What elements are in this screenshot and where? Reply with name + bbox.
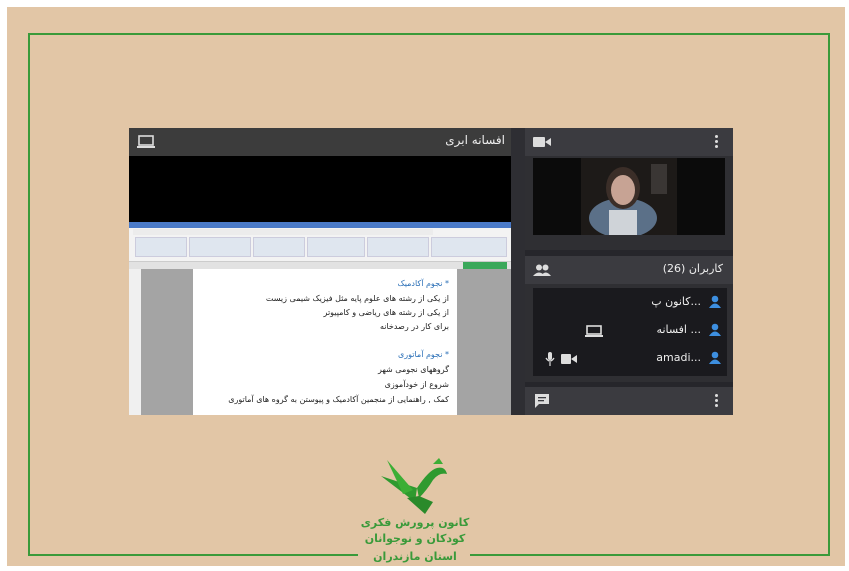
user-icon xyxy=(709,295,721,308)
doc-text-line: شروع از خودآموزی xyxy=(384,380,449,389)
chat-icon[interactable] xyxy=(535,394,549,408)
ribbon-group xyxy=(189,237,251,257)
presentation-header: افسانه ابری xyxy=(129,128,511,156)
webcam-video xyxy=(533,158,725,235)
app-ribbon xyxy=(129,228,511,262)
users-list: کانون پ... افسانه ... amadi... xyxy=(533,288,727,376)
user-name: amadi... xyxy=(656,351,701,364)
users-panel: کاربران (26) کانون پ... افسانه ... amadi… xyxy=(525,256,733,382)
frame-border xyxy=(828,33,830,555)
green-button xyxy=(463,262,507,269)
users-icon xyxy=(533,264,551,276)
webcam-panel xyxy=(525,128,733,250)
kebab-menu-icon[interactable] xyxy=(715,394,718,409)
doc-text-line: برای کار در رصدخانه xyxy=(379,322,449,331)
ribbon-tabs xyxy=(133,229,433,235)
ribbon-group xyxy=(431,237,507,257)
user-row[interactable]: کانون پ... xyxy=(533,290,727,316)
person-video-image xyxy=(533,158,725,235)
laptop-icon[interactable] xyxy=(137,135,155,148)
presenter-name: افسانه ابری xyxy=(445,133,505,147)
user-icon xyxy=(709,323,721,336)
frame-border xyxy=(28,33,30,555)
doc-text-line: از یکی از رشته های ریاضی و کامپیوتر xyxy=(323,308,449,317)
logo-line-3: استان مازندران xyxy=(373,550,457,563)
video-camera-icon xyxy=(561,354,577,364)
doc-text-line: کمک , راهنمایی از منجمین آکادمیک و پیوست… xyxy=(228,395,449,404)
organization-logo: کانون پرورش فکری کودکان و نوجوانان استان… xyxy=(360,456,470,568)
ribbon-group xyxy=(307,237,365,257)
logo-line-1: کانون پرورش فکری xyxy=(360,516,470,529)
user-row[interactable]: افسانه ... xyxy=(533,318,727,344)
logo-emblem xyxy=(381,458,447,514)
shared-screen: * نجوم آکادمیک از یکی از رشته های علوم پا… xyxy=(129,222,511,415)
presentation-panel: افسانه ابری * نجوم آکادمیک از یکی از رشته… xyxy=(129,128,511,415)
chat-panel-header xyxy=(525,387,733,415)
frame-border xyxy=(28,33,828,35)
frame-border xyxy=(470,554,830,556)
doc-heading: * نجوم آماتوری xyxy=(398,350,449,359)
video-camera-icon xyxy=(533,137,551,147)
logo-line-2: کودکان و نوجوانان xyxy=(364,532,466,545)
user-row[interactable]: amadi... xyxy=(533,346,727,372)
doc-text-line: گروههای نجومی شهر xyxy=(377,365,449,374)
web-conference-screenshot: افسانه ابری * نجوم آکادمیک از یکی از رشته… xyxy=(129,128,733,415)
doc-text-line: از یکی از رشته های علوم پایه مثل فیزیک ش… xyxy=(265,294,449,303)
screen-share-letterbox xyxy=(129,156,511,222)
kebab-menu-icon[interactable] xyxy=(715,135,718,150)
users-count-title: کاربران (26) xyxy=(662,262,723,275)
users-header: کاربران (26) xyxy=(525,256,733,284)
document-page: * نجوم آکادمیک از یکی از رشته های علوم پا… xyxy=(193,269,457,415)
panel-divider[interactable] xyxy=(511,128,525,415)
ribbon-group xyxy=(367,237,429,257)
frame-border xyxy=(28,554,358,556)
ribbon-group xyxy=(253,237,305,257)
webcam-header xyxy=(525,128,733,156)
ribbon-group xyxy=(135,237,187,257)
user-icon xyxy=(709,351,721,364)
right-sidebar: کاربران (26) کانون پ... افسانه ... amadi… xyxy=(525,128,733,415)
document-tabbar xyxy=(129,262,511,269)
laptop-icon xyxy=(585,325,603,337)
doc-heading: * نجوم آکادمیک xyxy=(397,279,449,288)
user-name: افسانه ... xyxy=(656,323,701,336)
user-name: کانون پ... xyxy=(651,295,701,308)
microphone-icon xyxy=(545,352,555,366)
